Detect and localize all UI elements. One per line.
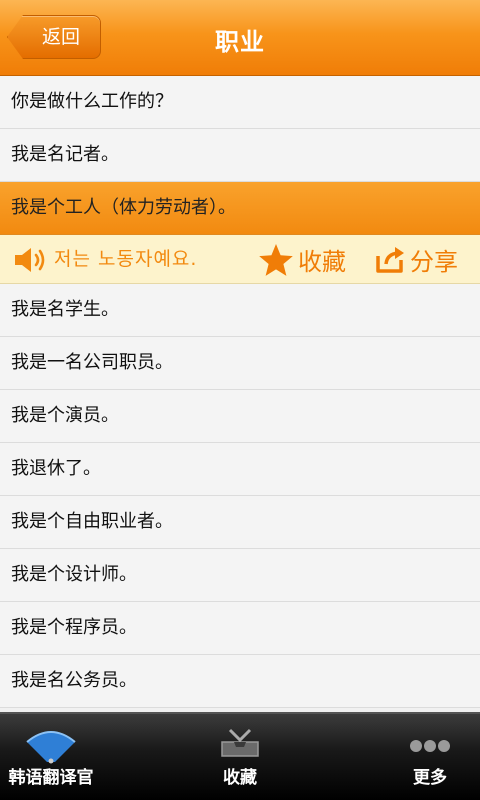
list-item[interactable]: 你是做什么工作的？	[0, 76, 480, 129]
korean-translation: 저는 노동자예요.	[54, 248, 198, 270]
speaker-icon[interactable]	[13, 245, 51, 275]
list-item[interactable]: 我是名记者。	[0, 129, 480, 182]
more-dots-icon	[410, 740, 450, 752]
star-icon	[259, 243, 293, 276]
tab-translator[interactable]: 韩语翻译官	[0, 714, 102, 800]
back-button[interactable]: 返回	[7, 15, 101, 59]
list-item[interactable]: 我是个自由职业者。	[0, 496, 480, 549]
phrase-action-bar: 저는 노동자예요. 收藏 分享	[0, 235, 480, 284]
share-button[interactable]: 分享	[374, 235, 458, 284]
list-item-selected[interactable]: 我是个工人（体力劳动者）。	[0, 182, 480, 235]
list-item[interactable]: 我是一名公司职员。	[0, 337, 480, 390]
favorite-button[interactable]: 收藏	[258, 235, 346, 284]
tab-label: 更多	[413, 768, 447, 788]
list-item[interactable]: 我是名学生。	[0, 284, 480, 337]
list-item[interactable]: 我是个设计师。	[0, 549, 480, 602]
list-item[interactable]: 我是名公务员。	[0, 655, 480, 708]
favorite-label: 收藏	[298, 248, 346, 276]
list-item[interactable]: 我是个程序员。	[0, 602, 480, 655]
share-icon	[376, 246, 404, 273]
list-item[interactable]: 我是个演员。	[0, 390, 480, 443]
tray-icon	[221, 728, 259, 757]
header-bar: 返回 职业	[0, 0, 480, 76]
tab-favorites[interactable]: 收藏	[190, 714, 290, 800]
tab-label: 收藏	[223, 768, 257, 788]
phrase-list: 你是做什么工作的？ 我是名记者。 我是个工人（体力劳动者）。 저는 노동자예요.…	[0, 76, 480, 708]
tab-more[interactable]: 更多	[382, 714, 478, 800]
tab-label: 韩语翻译官	[8, 768, 94, 788]
list-item[interactable]: 我退休了。	[0, 443, 480, 496]
share-label: 分享	[410, 248, 458, 276]
fan-icon	[26, 731, 76, 764]
bottom-tab-bar: 韩语翻译官 收藏 更多	[0, 712, 480, 800]
